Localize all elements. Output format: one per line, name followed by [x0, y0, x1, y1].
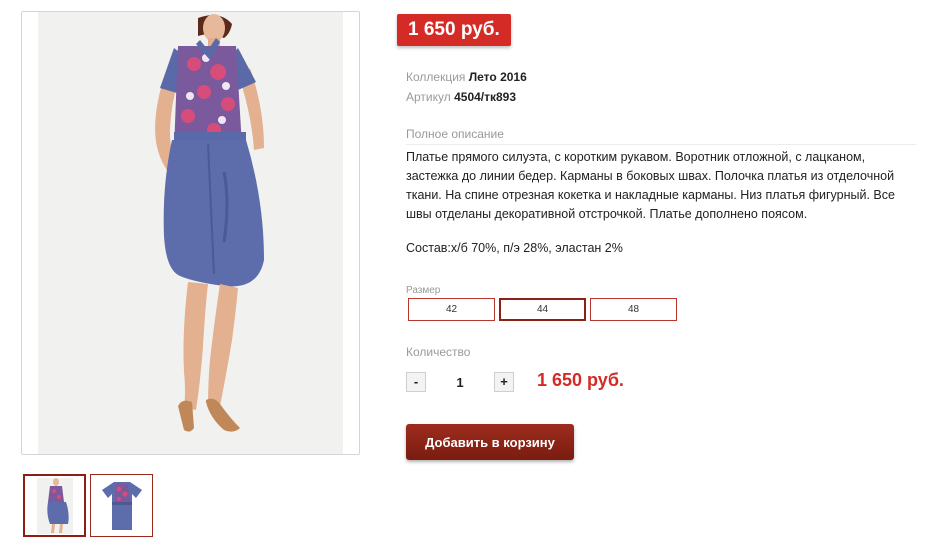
quantity-decrease-button[interactable]: - — [406, 372, 426, 392]
description-title: Полное описание — [406, 127, 916, 145]
article-value: 4504/тк893 — [454, 90, 517, 104]
price-badge: 1 650 руб. — [397, 14, 511, 46]
quantity-increase-button[interactable]: + — [494, 372, 514, 392]
article-label: Артикул — [406, 90, 451, 104]
size-selector: 42 44 48 — [408, 298, 677, 321]
collection-value: Лето 2016 — [468, 70, 527, 84]
size-option-44[interactable]: 44 — [499, 298, 586, 321]
total-price: 1 650 руб. — [537, 370, 624, 390]
quantity-label: Количество — [406, 345, 471, 359]
size-option-42[interactable]: 42 — [408, 298, 495, 321]
thumbnail-front[interactable] — [90, 474, 153, 537]
dress-model-thumb-image — [36, 477, 73, 534]
description-text: Платье прямого силуэта, с коротким рукав… — [406, 150, 895, 221]
dress-front-thumb-image — [101, 481, 142, 530]
size-label: Размер — [406, 285, 441, 296]
collection-label: Коллекция — [406, 70, 466, 84]
main-product-image[interactable] — [21, 11, 360, 455]
composition-text: Состав:х/б 70%, п/э 28%, эластан 2% — [406, 241, 623, 255]
quantity-input[interactable] — [430, 372, 490, 392]
thumbnail-model[interactable] — [23, 474, 86, 537]
size-option-48[interactable]: 48 — [590, 298, 677, 321]
collection-row: Коллекция Лето 2016 — [406, 69, 527, 85]
dress-model-illustration — [155, 14, 264, 432]
article-row: Артикул 4504/тк893 — [406, 89, 516, 105]
add-to-cart-button[interactable]: Добавить в корзину — [406, 424, 574, 460]
